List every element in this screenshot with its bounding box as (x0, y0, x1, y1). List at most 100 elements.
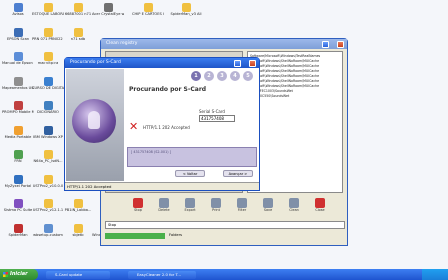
toolbar-icon (289, 198, 299, 208)
toolbar-button[interactable]: Print (205, 197, 227, 217)
desktop-icon[interactable]: MyZyxel Portal (2, 174, 34, 188)
back-button-label: < Voltar (182, 172, 198, 176)
scard-minimize-button[interactable] (234, 59, 241, 67)
desktop-icon[interactable]: CURSO DE DIGITAÇÃO (32, 76, 64, 90)
desktop-icon[interactable]: Media Portable (2, 125, 34, 139)
desktop-icon[interactable]: n71 sdb (62, 27, 94, 41)
desktop-icon-label: 66887001 n71 (64, 12, 92, 16)
desktop-icon-image (13, 174, 23, 184)
desktop-icon[interactable]: wbsetup-custom (32, 223, 64, 237)
windows-logo-icon (3, 272, 8, 277)
desktop-icon[interactable]: IBM Windows XP (32, 125, 64, 139)
serial-field[interactable]: 431757408 (199, 115, 235, 122)
toolbar-button[interactable]: Export (179, 197, 201, 217)
desktop-icon-label: IBM Windows XP (33, 134, 63, 139)
desktop-icon-image (43, 101, 53, 110)
desktop-icon-label: DICIONÁRIO (37, 110, 59, 114)
minimize-button[interactable] (322, 40, 329, 48)
toolbar-button[interactable]: Delete (153, 197, 175, 217)
scard-heading: Procurando por S-Card (129, 86, 207, 93)
scard-dialog: Procurando por S-Card 12345 Procurando p… (64, 57, 260, 191)
desktop-icon[interactable]: Sistma PC Suite (2, 199, 34, 212)
desktop-icon-image (43, 150, 53, 159)
desktop-icon-image (103, 3, 113, 12)
desktop-icon[interactable]: Avisos (2, 3, 34, 16)
toolbar-icon (263, 198, 273, 208)
desktop-icon-image (43, 174, 53, 184)
registry-log-list[interactable]: Software\Microsoft\Windows\TestRealNames… (247, 51, 343, 193)
taskbar: Iniciar S-Card update EasyCleaner 2.0 fo… (0, 269, 448, 280)
taskbar-button-scard[interactable]: S-Card update (46, 270, 110, 279)
toolbar-button[interactable]: Save (257, 197, 279, 217)
desktop-icon[interactable]: sbjetb (62, 223, 94, 237)
desktop-icon-label: Manual de Epson Stylus TX105 (2, 61, 34, 65)
toolbar-button-label: Export (184, 208, 196, 212)
desktop-icon[interactable]: PRN 071 PRN022 Firmware Updat (32, 27, 64, 41)
scard-titlebar[interactable]: Procurando por S-Card (65, 58, 259, 68)
desktop-icon[interactable]: Mapeamentos USB (2, 76, 34, 90)
desktop-icon-label: mac<ltp>a (37, 61, 59, 65)
start-button[interactable]: Iniciar (0, 269, 38, 280)
desktop-icon-label: ESTOQUE LABORATÓRIO (32, 12, 64, 16)
toolbar-button[interactable]: Filter (231, 197, 253, 217)
toolbar-button-label: Save (263, 208, 273, 212)
toolbar-icon (211, 198, 221, 208)
taskbar-button-easycleaner[interactable]: EasyCleaner 2.0 for T... (128, 270, 196, 279)
desktop-icon-label: Avisos (12, 12, 24, 16)
desktop-icon[interactable]: PROMPO Mobile MediaBrowser (2, 101, 34, 114)
start-label: Iniciar (10, 271, 28, 277)
desktop-icon-label: Acer CrystalEye webcam (92, 12, 124, 16)
desktop-icon-label: N64a_PC_lsdN... (33, 159, 63, 163)
desktop-icon[interactable]: PB1IN_Lobba... (62, 199, 94, 212)
desktop-icon-label: CURSO DE DIGITAÇÃO (32, 85, 64, 90)
back-button[interactable]: < Voltar (175, 170, 205, 177)
clean-registry-titlebar[interactable]: Clean registry (101, 39, 347, 49)
desktop-icon[interactable]: SpiderMan_v3 All (170, 3, 202, 16)
toolbar-button[interactable]: Stop (127, 197, 149, 217)
desktop-icon[interactable]: CHIP E CARTÕES GERAL (132, 3, 164, 16)
serial-label: Serial S-Card (199, 109, 225, 114)
step-circle: 4 (230, 71, 240, 81)
desktop-icon-label: USTPro2_v10.0.0 (32, 183, 64, 188)
next-button[interactable]: Avançar > (223, 170, 253, 177)
toolbar-icon (185, 198, 195, 208)
close-button[interactable] (337, 40, 344, 48)
desktop-icon[interactable]: Manual de Epson Stylus TX105 (2, 52, 34, 65)
registry-toolbar: Stop Delete Export Print Filter Save Clean Clos… (105, 197, 345, 219)
toolbar-icon (315, 198, 325, 208)
desktop-icon-label: USTPro2_v12.1.1 (32, 208, 64, 212)
toolbar-icon (133, 198, 143, 208)
desktop-icon[interactable]: N64a_PC_lsdN... (32, 150, 64, 163)
toolbar-button[interactable]: Clean (283, 197, 305, 217)
desktop-icon-label: Sistma PC Suite (3, 208, 33, 212)
desktop-icon-image (181, 3, 191, 12)
desktop-icon[interactable]: USTPro2_v12.1.1 (32, 199, 64, 212)
desktop-icon[interactable]: mac<ltp>a (32, 52, 64, 65)
desktop-icon-image (13, 223, 23, 233)
progress-text: [ 431757408 (S2-001) ] (131, 150, 171, 154)
status-folders: Folders (169, 233, 182, 237)
desktop-icon[interactable]: DICIONÁRIO (32, 101, 64, 114)
desktop-icon-label: wbsetup-custom (33, 232, 63, 237)
desktop-icon[interactable]: ESTOQUE LABORATÓRIO (32, 3, 64, 16)
desktop-icon[interactable]: Acer CrystalEye webcam (92, 3, 124, 16)
desktop-icon-image (73, 27, 83, 37)
desktop-icon[interactable]: USTPro2_v10.0.0 (32, 174, 64, 188)
desktop-icon-label: Media Portable (4, 134, 32, 139)
desktop-icon-image (13, 101, 23, 110)
scard-close-button[interactable] (249, 59, 256, 67)
desktop-icon-image (43, 76, 53, 86)
desktop-icon-label: SpiderMan (8, 232, 28, 237)
toolbar-button[interactable]: Close (309, 197, 331, 217)
desktop-icon-image (13, 27, 23, 37)
step-circle: 3 (217, 71, 227, 81)
desktop-icon-image (43, 199, 53, 208)
desktop-icon[interactable]: FRN (2, 150, 34, 163)
desktop-icon-label: CHIP E CARTÕES GERAL (132, 12, 164, 16)
desktop-icon[interactable]: EPSON Scan (2, 27, 34, 41)
taskbar-button-scard-label: S-Card update (55, 271, 83, 277)
desktop-icon[interactable]: SpiderMan (2, 223, 34, 237)
desktop-icon-image (73, 199, 83, 208)
scan-progress-bar (105, 233, 165, 239)
desktop-icon[interactable]: 66887001 n71 (62, 3, 94, 16)
